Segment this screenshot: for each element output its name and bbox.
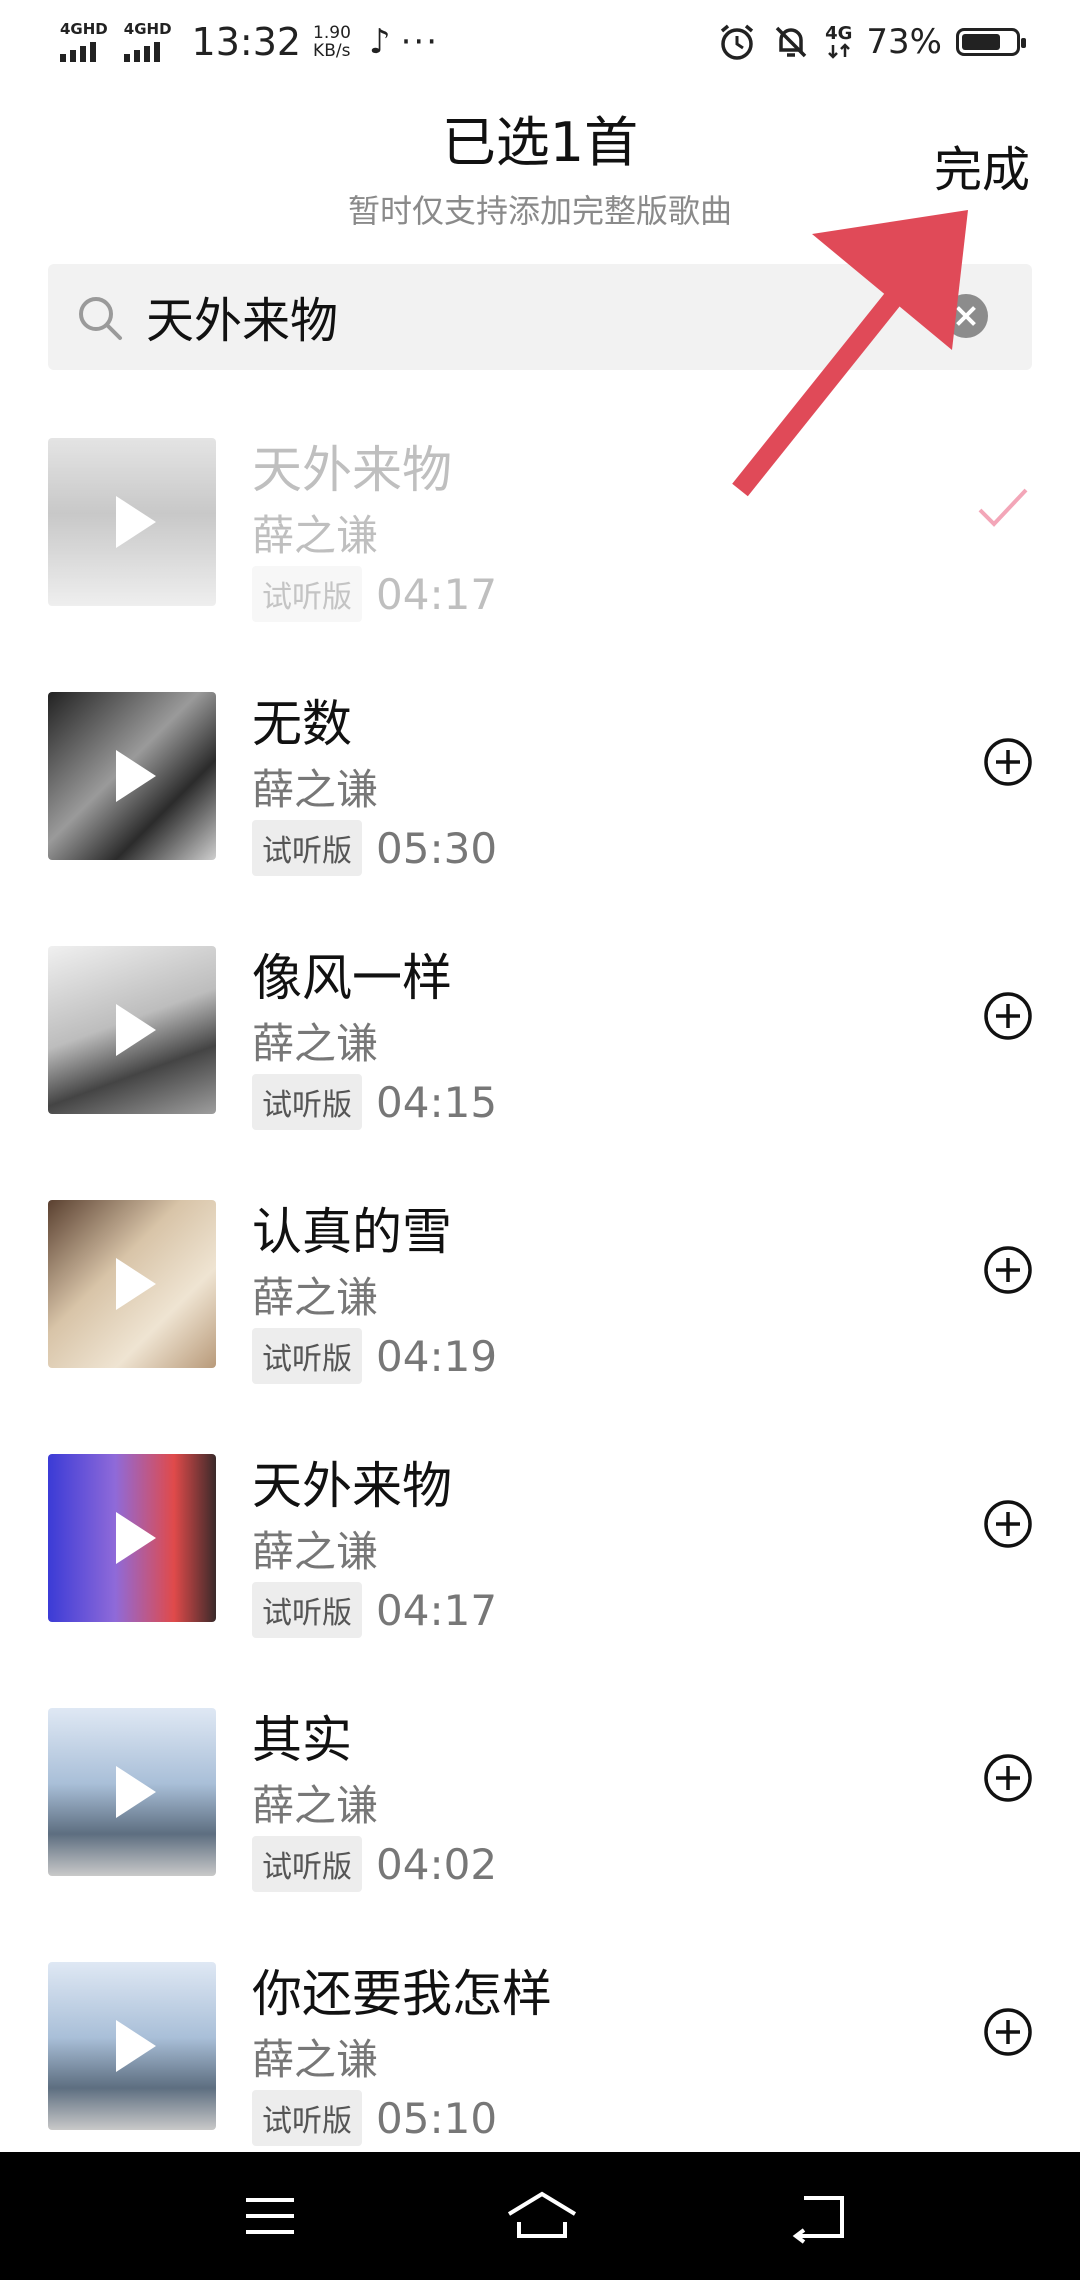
song-meta: 试听版 04:02 bbox=[252, 1836, 497, 1892]
play-icon[interactable] bbox=[116, 750, 156, 802]
add-circle-icon[interactable] bbox=[982, 1752, 1034, 1804]
song-meta: 试听版 04:15 bbox=[252, 1074, 497, 1130]
album-cover[interactable] bbox=[48, 438, 216, 606]
play-icon[interactable] bbox=[116, 1258, 156, 1310]
song-artist: 薛之谦 bbox=[252, 511, 379, 560]
song-row[interactable]: 天外来物薛之谦试听版 04:17 bbox=[0, 1436, 1080, 1690]
play-icon[interactable] bbox=[116, 1004, 156, 1056]
album-cover[interactable] bbox=[48, 1454, 216, 1622]
album-cover[interactable] bbox=[48, 1708, 216, 1876]
album-cover[interactable] bbox=[48, 692, 216, 860]
preview-tag: 试听版 bbox=[252, 1836, 362, 1892]
preview-tag: 试听版 bbox=[252, 820, 362, 876]
signal-icon: 4GHD bbox=[60, 22, 108, 62]
home-icon[interactable] bbox=[505, 2186, 579, 2246]
speed-value: 1.90 bbox=[313, 23, 351, 43]
song-duration: 04:15 bbox=[376, 1077, 498, 1127]
system-navigation-bar bbox=[0, 2152, 1080, 2280]
song-meta: 试听版 04:17 bbox=[252, 566, 497, 622]
song-duration: 05:10 bbox=[376, 2093, 498, 2143]
add-circle-icon[interactable] bbox=[982, 990, 1034, 1042]
song-duration: 04:19 bbox=[376, 1331, 498, 1381]
preview-tag: 试听版 bbox=[252, 1328, 362, 1384]
battery-percent: 73% bbox=[866, 22, 942, 62]
song-row[interactable]: 认真的雪薛之谦试听版 04:19 bbox=[0, 1182, 1080, 1436]
song-artist: 薛之谦 bbox=[252, 2035, 379, 2084]
clock: 13:32 bbox=[191, 20, 302, 64]
preview-tag: 试听版 bbox=[252, 1582, 362, 1638]
song-row[interactable]: 像风一样薛之谦试听版 04:15 bbox=[0, 928, 1080, 1182]
network-type-label: 4GHD bbox=[60, 20, 108, 38]
song-duration: 05:30 bbox=[376, 823, 498, 873]
song-title: 认真的雪 bbox=[252, 1203, 452, 1261]
song-title: 天外来物 bbox=[252, 1457, 452, 1515]
battery-level-fill bbox=[962, 34, 1000, 50]
song-meta: 试听版 05:30 bbox=[252, 820, 497, 876]
add-circle-icon[interactable] bbox=[982, 1498, 1034, 1550]
album-cover[interactable] bbox=[48, 946, 216, 1114]
add-circle-icon[interactable] bbox=[982, 1244, 1034, 1296]
preview-tag: 试听版 bbox=[252, 1074, 362, 1130]
mute-notifications-icon bbox=[775, 26, 807, 58]
song-title: 无数 bbox=[252, 695, 352, 753]
song-artist: 薛之谦 bbox=[252, 1527, 379, 1576]
song-row[interactable]: 其实薛之谦试听版 04:02 bbox=[0, 1690, 1080, 1944]
song-title: 像风一样 bbox=[252, 949, 452, 1007]
menu-icon[interactable] bbox=[240, 2186, 300, 2246]
preview-tag: 试听版 bbox=[252, 2090, 362, 2146]
search-icon bbox=[79, 297, 122, 340]
song-title: 你还要我怎样 bbox=[252, 1965, 552, 2023]
song-meta: 试听版 04:17 bbox=[252, 1582, 497, 1638]
song-artist: 薛之谦 bbox=[252, 765, 379, 814]
page-title: 已选1首 bbox=[441, 111, 639, 174]
mobile-data-label: 4G bbox=[825, 23, 853, 44]
play-icon[interactable] bbox=[116, 1766, 156, 1818]
song-meta: 试听版 04:19 bbox=[252, 1328, 497, 1384]
network-type-label: 4GHD bbox=[123, 20, 172, 38]
song-artist: 薛之谦 bbox=[252, 1019, 379, 1068]
song-duration: 04:17 bbox=[376, 569, 498, 619]
song-artist: 薛之谦 bbox=[252, 1781, 379, 1830]
song-artist: 薛之谦 bbox=[252, 1273, 379, 1322]
tiktok-icon: ♪ bbox=[368, 22, 391, 62]
album-cover[interactable] bbox=[48, 1200, 216, 1368]
back-icon[interactable] bbox=[790, 2186, 850, 2246]
add-circle-icon[interactable] bbox=[982, 736, 1034, 788]
network-speed: 1.90 KB/s bbox=[313, 24, 351, 60]
song-duration: 04:17 bbox=[376, 1585, 498, 1635]
play-icon[interactable] bbox=[116, 1512, 156, 1564]
song-title: 天外来物 bbox=[252, 441, 452, 499]
song-title: 其实 bbox=[252, 1711, 352, 1769]
annotation-arrow-icon bbox=[732, 210, 968, 497]
status-bar: 4GHD 4GHD 13:32 1.90 KB/s ♪ ··· 4G 73% bbox=[0, 0, 1080, 84]
done-button[interactable]: 完成 bbox=[934, 130, 1030, 200]
song-meta: 试听版 05:10 bbox=[252, 2090, 497, 2146]
signal-icon: 4GHD bbox=[123, 20, 172, 62]
play-icon[interactable] bbox=[116, 496, 156, 548]
add-circle-icon[interactable] bbox=[982, 2006, 1034, 2058]
battery-icon bbox=[956, 28, 1026, 56]
preview-tag: 试听版 bbox=[252, 566, 362, 622]
alarm-icon bbox=[720, 24, 754, 60]
speed-unit: KB/s bbox=[313, 41, 351, 61]
song-row[interactable]: 无数薛之谦试听版 05:30 bbox=[0, 674, 1080, 928]
song-duration: 04:02 bbox=[376, 1839, 498, 1889]
album-cover[interactable] bbox=[48, 1962, 216, 2130]
mobile-data-icon: 4G bbox=[825, 25, 852, 59]
play-icon[interactable] bbox=[116, 2020, 156, 2072]
more-notifications-icon: ··· bbox=[400, 22, 440, 62]
